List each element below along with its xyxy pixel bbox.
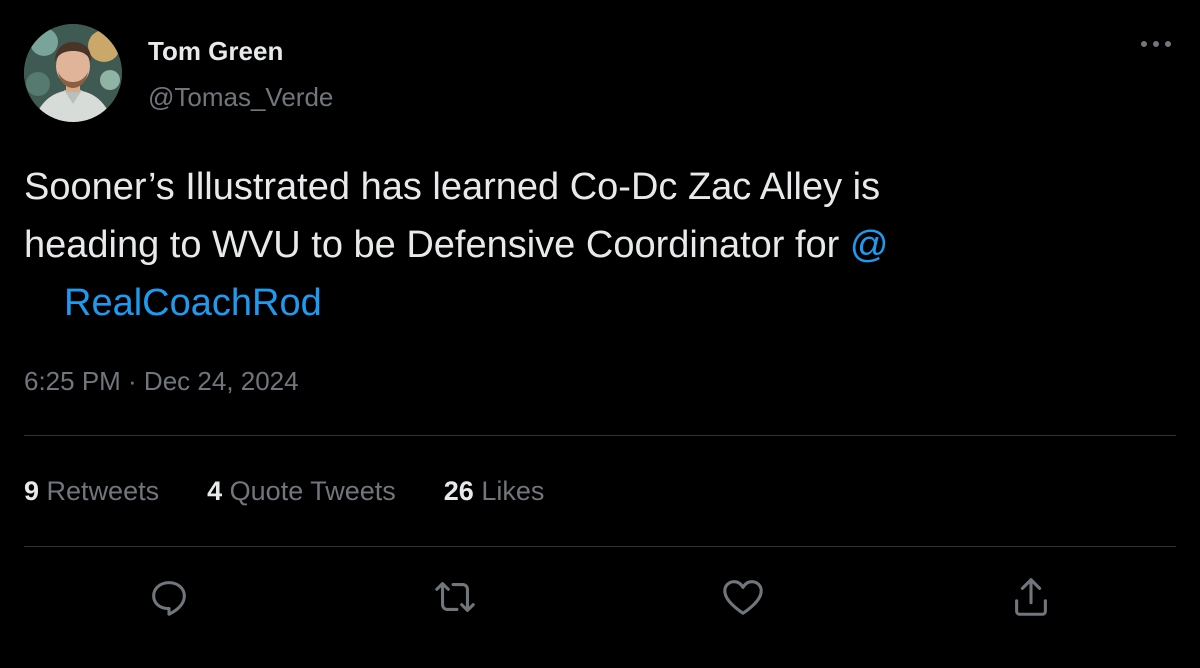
quote-tweets-label: Quote Tweets [229, 476, 396, 506]
divider [24, 435, 1176, 436]
retweets-label: Retweets [46, 476, 160, 506]
more-dots-icon [1141, 41, 1171, 47]
divider [24, 546, 1176, 547]
profile-photo [24, 24, 122, 122]
likes-stat[interactable]: 26 Likes [444, 476, 545, 507]
likes-label: Likes [481, 476, 545, 506]
share-icon [1015, 578, 1047, 616]
retweet-button[interactable] [432, 574, 478, 620]
reply-button[interactable] [146, 574, 192, 620]
reply-icon [152, 581, 186, 616]
tweet-text-line: Sooner’s Illustrated has learned Co-Dc Z… [24, 166, 881, 208]
more-options-button[interactable] [1136, 30, 1176, 58]
quote-tweets-stat[interactable]: 4 Quote Tweets [207, 476, 396, 507]
tweet-text: Sooner’s Illustrated has learned Co-Dc Z… [24, 158, 1164, 332]
like-icon [723, 580, 763, 615]
retweet-icon [435, 582, 475, 612]
tweet-text-line: RealCoachRod [24, 274, 1164, 332]
quote-tweets-count: 4 [207, 476, 223, 506]
engagement-stats: 9 Retweets 4 Quote Tweets 26 Likes [24, 476, 592, 507]
author-handle[interactable]: @Tomas_Verde [148, 82, 333, 113]
mention-link[interactable]: RealCoachRod [64, 282, 322, 324]
author-display-name[interactable]: Tom Green [148, 36, 283, 67]
tweet-text-line: heading to WVU to be Defensive Coordinat… [24, 216, 1164, 274]
mention-at[interactable]: @ [850, 224, 889, 266]
share-button[interactable] [1008, 574, 1054, 620]
retweets-count: 9 [24, 476, 40, 506]
retweets-stat[interactable]: 9 Retweets [24, 476, 159, 507]
likes-count: 26 [443, 476, 474, 506]
like-button[interactable] [720, 574, 766, 620]
tweet-text-segment: heading to WVU to be Defensive Coordinat… [24, 224, 840, 266]
avatar[interactable] [24, 24, 122, 122]
tweet-timestamp[interactable]: 6:25 PM · Dec 24, 2024 [24, 366, 299, 397]
